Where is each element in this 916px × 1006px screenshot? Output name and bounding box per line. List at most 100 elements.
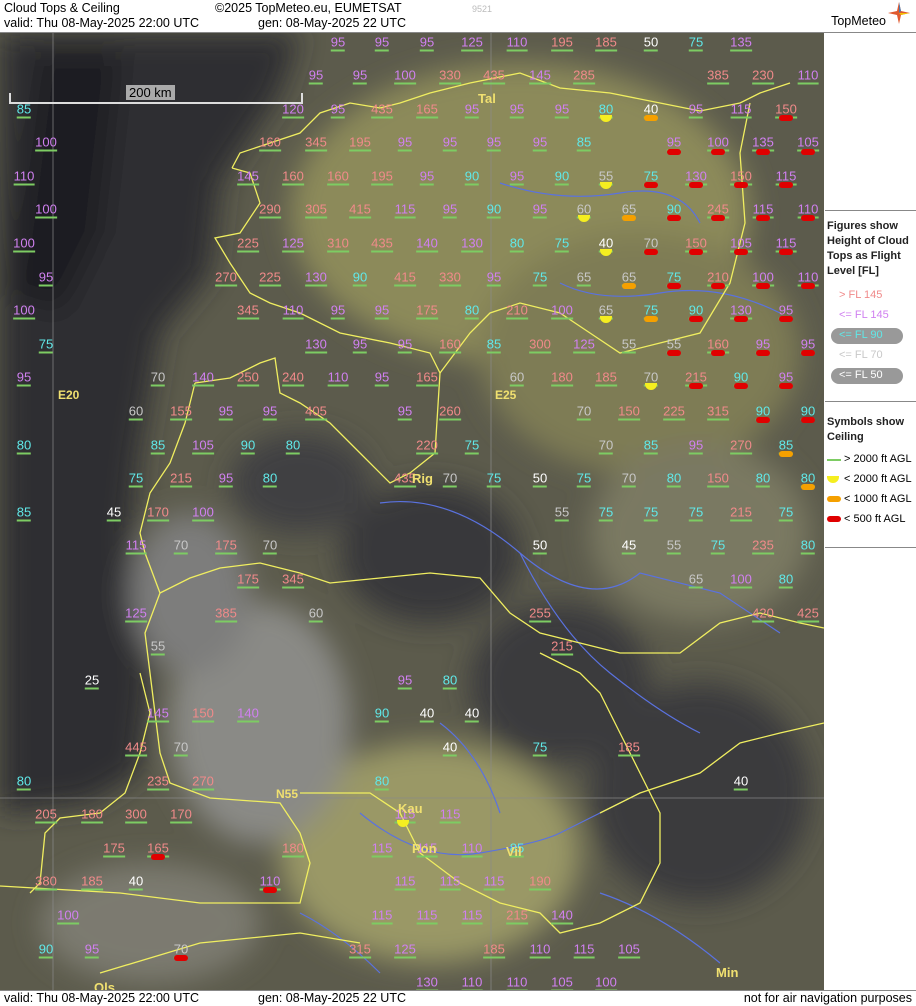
cloud-top-label: 290 bbox=[259, 201, 281, 219]
cloud-top-label: 110 bbox=[259, 873, 281, 891]
cloud-top-label: 215 bbox=[506, 907, 528, 925]
cloud-top-label: 55 bbox=[150, 638, 166, 656]
cloud-top-label: 130 bbox=[730, 302, 752, 320]
ceiling-symbol bbox=[644, 115, 658, 121]
cloud-top-label: 95 bbox=[397, 134, 413, 152]
cloud-top-label: 45 bbox=[106, 504, 122, 522]
cloud-top-label: 95 bbox=[532, 134, 548, 152]
cloud-top-label: 100 bbox=[192, 504, 214, 522]
cloud-top-label: 95 bbox=[442, 134, 458, 152]
cloud-top-label: 95 bbox=[218, 403, 234, 421]
cloud-top-label: 140 bbox=[551, 907, 573, 925]
cloud-top-label: 75 bbox=[643, 302, 659, 320]
cloud-top-label: 60 bbox=[576, 201, 592, 219]
ceiling-symbol bbox=[689, 316, 703, 322]
cloud-top-label: 50 bbox=[532, 470, 548, 488]
cloud-top-label: 110 bbox=[506, 974, 528, 990]
ceiling-symbol bbox=[756, 149, 770, 155]
cloud-top-label: 100 bbox=[730, 571, 752, 589]
cloud-top-label: 110 bbox=[797, 201, 819, 219]
cloud-top-label: 115 bbox=[730, 101, 752, 119]
cloud-top-label: 140 bbox=[416, 235, 438, 253]
cloud-top-label: 75 bbox=[128, 470, 144, 488]
cloud-top-label: 150 bbox=[775, 101, 797, 119]
cloud-top-label: 95 bbox=[374, 302, 390, 320]
cloud-top-label: 75 bbox=[532, 269, 548, 287]
ceiling-symbol bbox=[801, 350, 815, 356]
cloud-top-label: 125 bbox=[125, 605, 147, 623]
cloud-top-label: 180 bbox=[551, 369, 573, 387]
ceiling-symbol bbox=[734, 182, 748, 188]
cloud-top-label: 185 bbox=[595, 34, 617, 52]
cloud-top-label: 70 bbox=[173, 739, 189, 757]
cloud-top-label: 115 bbox=[439, 873, 461, 891]
cloud-top-label: 100 bbox=[551, 302, 573, 320]
cloud-top-label: 80 bbox=[598, 101, 614, 119]
cloud-top-label: 95 bbox=[330, 101, 346, 119]
cloud-top-label: 60 bbox=[509, 369, 525, 387]
ceiling-symbol bbox=[779, 182, 793, 188]
cloud-top-label: 95 bbox=[778, 302, 794, 320]
ceiling-symbol bbox=[667, 149, 681, 155]
cloud-top-label: 70 bbox=[621, 470, 637, 488]
cloud-top-label: 80 bbox=[285, 437, 301, 455]
cloud-top-label: 160 bbox=[327, 168, 349, 186]
cloud-top-label: 250 bbox=[237, 369, 259, 387]
cloud-top-label: 70 bbox=[643, 369, 659, 387]
cloud-top-label: 70 bbox=[173, 941, 189, 959]
cloud-top-label: 75 bbox=[486, 470, 502, 488]
footer-generated-time: gen: 08-May-2025 22 UTC bbox=[258, 991, 406, 1005]
cloud-top-label: 185 bbox=[81, 873, 103, 891]
ceiling-symbol bbox=[263, 887, 277, 893]
cloud-top-label: 345 bbox=[237, 302, 259, 320]
cloud-top-label: 100 bbox=[13, 302, 35, 320]
legend-tops-item: <= FL 145 bbox=[839, 309, 889, 321]
satellite-map[interactable]: 200 km 95 95 95 125 110 195 185 50 75 135 95 95 100 3… bbox=[0, 33, 824, 990]
cloud-top-label: 90 bbox=[666, 201, 682, 219]
cloud-top-label: 115 bbox=[483, 873, 505, 891]
cloud-top-label: 95 bbox=[688, 437, 704, 455]
cloud-top-label: 100 bbox=[13, 235, 35, 253]
copyright: ©2025 TopMeteo.eu, EUMETSAT bbox=[215, 1, 402, 15]
cloud-top-label: 55 bbox=[621, 336, 637, 354]
cloud-top-label: 300 bbox=[529, 336, 551, 354]
ceiling-symbol bbox=[756, 215, 770, 221]
cloud-top-label: 345 bbox=[282, 571, 304, 589]
cloud-top-label: 75 bbox=[643, 504, 659, 522]
cloud-top-label: 175 bbox=[215, 537, 237, 555]
cloud-top-label: 215 bbox=[730, 504, 752, 522]
city-label: Min bbox=[716, 965, 739, 980]
disclaimer: not for air navigation purposes bbox=[743, 991, 912, 1005]
cloud-top-label: 165 bbox=[147, 840, 169, 858]
ceiling-symbol bbox=[756, 417, 770, 423]
ceiling-symbol bbox=[151, 854, 165, 860]
cloud-top-label: 385 bbox=[707, 67, 729, 85]
cloud-top-label: 115 bbox=[752, 201, 774, 219]
cloud-top-label: 125 bbox=[461, 34, 483, 52]
cloud-top-label: 115 bbox=[125, 537, 147, 555]
cloud-top-label: 110 bbox=[327, 369, 349, 387]
cloud-top-label: 90 bbox=[240, 437, 256, 455]
cloud-top-label: 90 bbox=[486, 201, 502, 219]
cloud-top-label: 95 bbox=[352, 67, 368, 85]
cloud-top-label: 145 bbox=[237, 168, 259, 186]
ceiling-symbol bbox=[667, 350, 681, 356]
topmeteo-logo[interactable]: TopMeteo bbox=[831, 14, 886, 28]
cloud-top-label: 95 bbox=[666, 134, 682, 152]
cloud-top-label: 150 bbox=[707, 470, 729, 488]
cloud-top-label: 195 bbox=[371, 168, 393, 186]
ceiling-symbol bbox=[689, 182, 703, 188]
legend-ceiling-item: > 2000 ft AGL bbox=[844, 453, 912, 465]
generated-time: gen: 08-May-2025 22 UTC bbox=[258, 16, 406, 30]
city-label: Kau bbox=[398, 801, 423, 816]
cloud-top-label: 100 bbox=[35, 201, 57, 219]
cloud-top-label: 115 bbox=[371, 840, 393, 858]
cloud-top-label: 170 bbox=[170, 806, 192, 824]
cloud-top-label: 95 bbox=[397, 403, 413, 421]
cloud-top-label: 95 bbox=[308, 67, 324, 85]
ceiling-symbol bbox=[801, 283, 815, 289]
cloud-top-label: 95 bbox=[330, 34, 346, 52]
cloud-top-label: 75 bbox=[666, 269, 682, 287]
cloud-top-label: 150 bbox=[192, 705, 214, 723]
cloud-top-label: 90 bbox=[755, 403, 771, 421]
